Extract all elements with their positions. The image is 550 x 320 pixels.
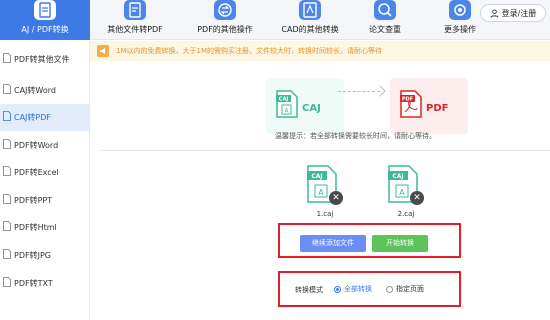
svg-text:A: A [318, 188, 324, 197]
sidebar-item-label: PDF转TXT [14, 279, 53, 288]
mode-option-pages[interactable]: 指定页面 [386, 284, 424, 294]
sidebar: PDF转其他文件 CAJ转Word CAJ转PDF PDF转Word PDF转E… [0, 41, 90, 320]
sidebar-item-label: PDF转JPG [14, 251, 51, 260]
sidebar-item-label: PDF转其他文件 [14, 55, 70, 64]
file-name: 2.caj [397, 210, 415, 218]
file-name: 1.caj [316, 210, 334, 218]
notice-bar: 1M以内的免费转换，大于1M的需购买注册。文件较大时，转换时间较长，请耐心等待 [90, 41, 550, 61]
sidebar-item-caj-to-word[interactable]: CAJ转Word [0, 77, 89, 104]
file-badge: CAJ [311, 173, 322, 180]
document-icon [3, 84, 11, 94]
sidebar-item-label: PDF转Excel [14, 168, 59, 177]
sidebar-item-caj-to-pdf[interactable]: CAJ转PDF [0, 104, 89, 131]
document-icon [3, 166, 11, 176]
pdf-file-icon: PDF [400, 90, 422, 118]
sidebar-item-pdf-to-ppt[interactable]: PDF转PPT [0, 187, 89, 214]
sidebar-item-label: CAJ转Word [14, 86, 56, 95]
conversion-mode-label: 转换模式 [295, 286, 323, 294]
login-register-button[interactable]: 登录/注册 [480, 4, 546, 22]
svg-text:PDF: PDF [402, 97, 413, 103]
toolbar-item-file-to-pdf[interactable]: 其他文件转PDF [90, 0, 180, 40]
toolbar-item-label: 其他文件转PDF [107, 25, 163, 34]
svg-text:CAJ: CAJ [279, 97, 289, 103]
toolbar-item-label: PDF的其他操作 [197, 25, 253, 34]
document-icon [3, 139, 11, 149]
document-icon [3, 194, 11, 204]
mode-option-label: 全部转换 [344, 285, 372, 293]
document-icon [3, 249, 11, 259]
user-icon [490, 8, 499, 18]
sidebar-item-pdf-to-txt[interactable]: PDF转TXT [0, 270, 89, 297]
document-icon [3, 277, 11, 287]
source-format-card: CAJ A CAJ [266, 78, 344, 134]
sidebar-item-pdf-to-other[interactable]: PDF转其他文件 [0, 46, 89, 73]
conversion-mode-highlight: 转换模式 全部转换 指定页面 [278, 271, 461, 307]
top-toolbar: AJ / PDF转换 其他文件转PDF PDF的其他操作 CAD的其他转换 论文… [0, 0, 550, 40]
start-convert-button[interactable]: 开始转换 [372, 235, 428, 252]
toolbar-item-pdf-operations[interactable]: PDF的其他操作 [180, 0, 270, 40]
radio-selected-icon [334, 285, 341, 293]
sidebar-item-label: PDF转Html [14, 223, 57, 232]
pdf-operations-icon [214, 0, 236, 20]
action-buttons-highlight: 继续添加文件 开始转换 [278, 223, 461, 258]
file-item[interactable]: CAJ A ✕ 1.caj [305, 165, 345, 218]
document-icon [3, 53, 11, 63]
mode-option-all[interactable]: 全部转换 [334, 284, 372, 294]
file-item[interactable]: CAJ A ✕ 2.caj [386, 165, 426, 218]
mode-option-label: 指定页面 [396, 285, 424, 293]
sidebar-item-pdf-to-excel[interactable]: PDF转Excel [0, 159, 89, 186]
toolbar-item-caj-pdf-convert[interactable]: AJ / PDF转换 [0, 0, 90, 40]
cad-convert-icon [299, 0, 321, 20]
svg-text:A: A [399, 188, 405, 197]
document-icon [3, 221, 11, 231]
sidebar-item-pdf-to-jpg[interactable]: PDF转JPG [0, 242, 89, 269]
target-format-label: PDF [426, 103, 449, 114]
remove-file-icon[interactable]: ✕ [410, 191, 424, 205]
remove-file-icon[interactable]: ✕ [329, 191, 343, 205]
sidebar-item-label: PDF转Word [14, 141, 59, 150]
pdf-convert-icon [34, 0, 56, 20]
sidebar-item-label: PDF转PPT [14, 196, 53, 205]
target-format-card: PDF PDF [390, 78, 468, 134]
source-format-label: CAJ [302, 103, 321, 114]
file-to-pdf-icon [124, 0, 146, 20]
arrow-right-icon [374, 85, 386, 97]
notice-speaker-icon [97, 45, 109, 57]
more-settings-icon [449, 0, 471, 20]
add-files-button[interactable]: 继续添加文件 [300, 235, 366, 252]
toolbar-item-label: 更多操作 [444, 25, 476, 34]
notice-text: 1M以内的免费转换，大于1M的需购买注册。文件较大时，转换时间较长，请耐心等待 [116, 47, 382, 55]
sidebar-item-pdf-to-html[interactable]: PDF转Html [0, 214, 89, 241]
caj-file-icon: CAJ A [276, 90, 298, 118]
radio-unselected-icon [386, 285, 393, 293]
sidebar-item-label: CAJ转PDF [14, 113, 52, 122]
login-label: 登录/注册 [501, 8, 537, 18]
file-badge: CAJ [392, 173, 403, 180]
document-icon [3, 111, 11, 121]
tip-text: 温馨提示：若全部转换需要较长时间，请耐心等待。 [275, 132, 436, 140]
sidebar-item-pdf-to-word[interactable]: PDF转Word [0, 132, 89, 159]
paper-check-icon [374, 0, 396, 20]
toolbar-item-label: AJ / PDF转换 [21, 25, 69, 34]
